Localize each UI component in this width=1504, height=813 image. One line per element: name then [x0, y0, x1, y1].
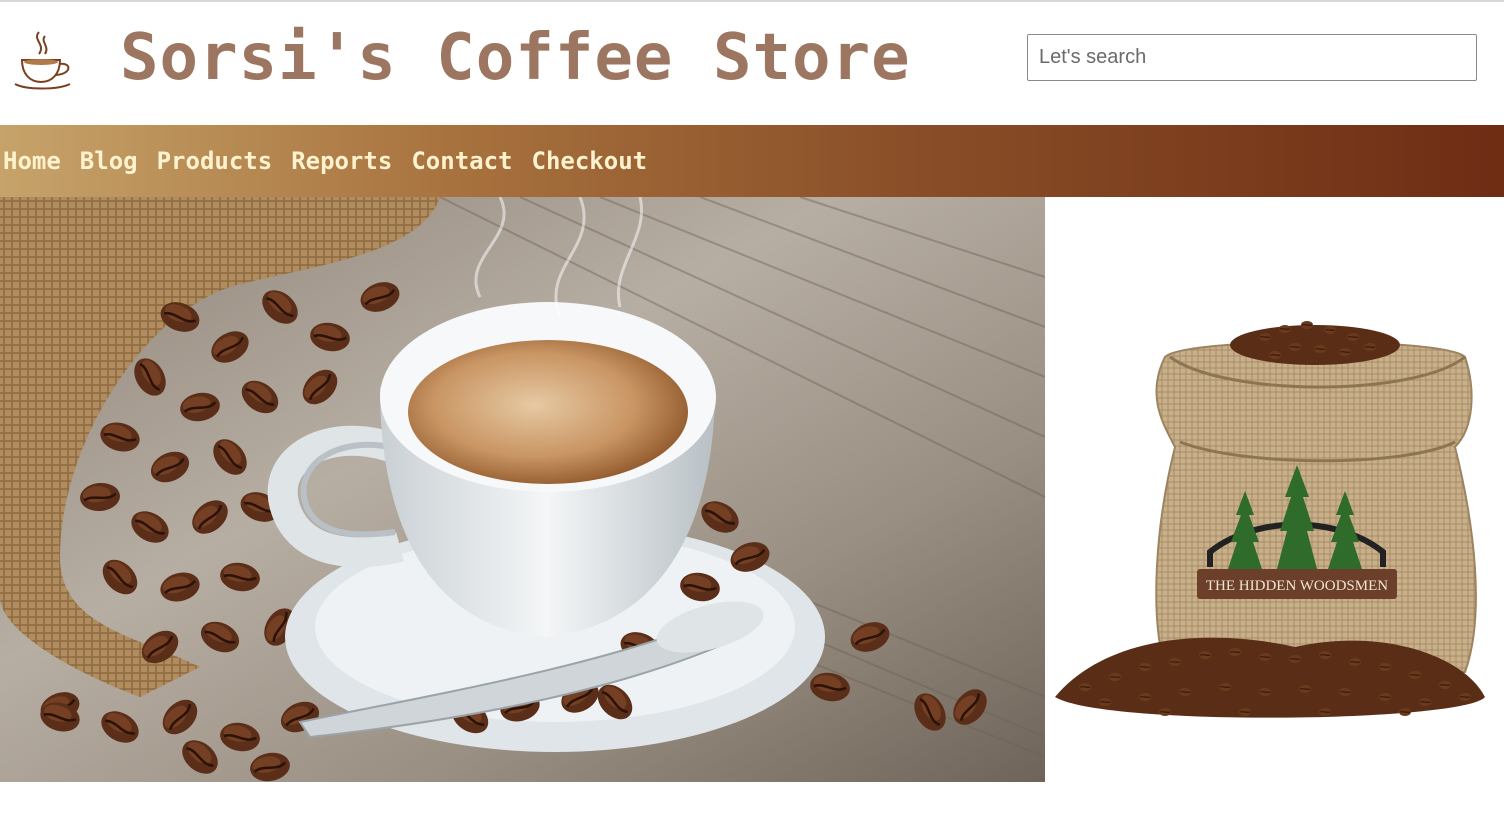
main-nav: Home Blog Products Reports Contact Check… — [0, 125, 1504, 197]
coffee-cup-icon[interactable] — [12, 28, 74, 94]
nav-checkout-link[interactable]: Checkout — [532, 147, 648, 175]
nav-products-link[interactable]: Products — [157, 147, 273, 175]
nav-list: Home Blog Products Reports Contact Check… — [3, 125, 666, 197]
nav-home-link[interactable]: Home — [3, 147, 61, 175]
nav-reports-link[interactable]: Reports — [291, 147, 392, 175]
hero-coffee-image — [0, 197, 1045, 782]
sack-brand-text: THE HIDDEN WOODSMEN — [1206, 578, 1388, 594]
nav-blog-link[interactable]: Blog — [80, 147, 138, 175]
site-title: Sorsi's Coffee Store — [120, 21, 911, 95]
search-input[interactable] — [1027, 34, 1477, 81]
site-header: Sorsi's Coffee Store — [0, 2, 1504, 125]
nav-contact-link[interactable]: Contact — [411, 147, 512, 175]
coffee-sack-image: THE HIDDEN WOODSMEN — [1045, 197, 1504, 782]
